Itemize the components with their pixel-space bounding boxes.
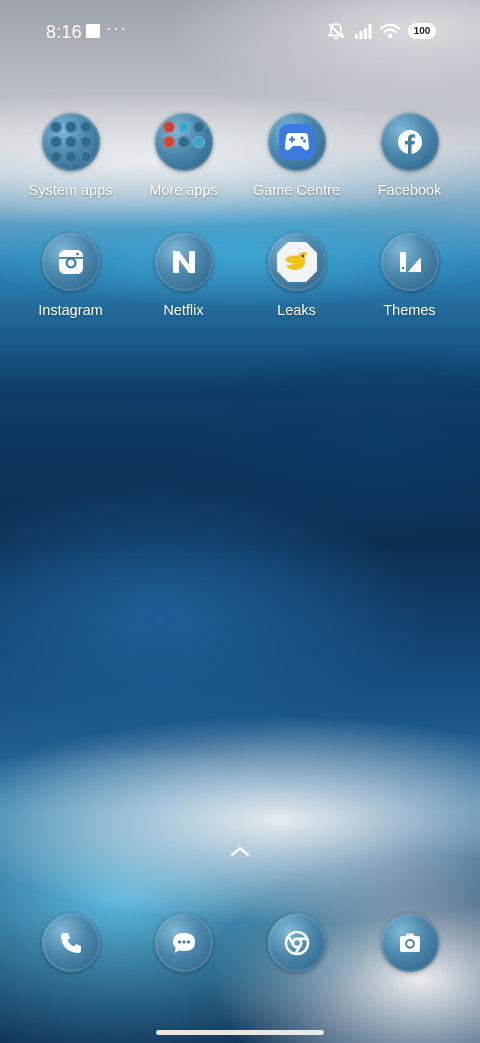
more-notifications-icon: ··· [106, 18, 127, 38]
app-label: More apps [149, 183, 218, 199]
app-label: Instagram [38, 303, 103, 319]
dock-camera[interactable] [353, 914, 466, 972]
app-label: Netflix [163, 303, 204, 319]
messages-icon[interactable] [154, 914, 213, 972]
battery-level: 100 [413, 25, 431, 37]
mute-icon [327, 23, 345, 40]
facebook-icon[interactable] [380, 113, 439, 171]
app-label: Game Centre [252, 183, 341, 199]
themes-icon[interactable] [380, 233, 439, 291]
wifi-icon [380, 23, 400, 39]
folder-icon[interactable] [154, 113, 213, 171]
home-app-grid: System apps More apps Game Centre Facebo… [14, 113, 466, 319]
app-more-apps[interactable]: More apps [127, 113, 240, 199]
status-bar: 8:16 ··· 100 [0, 0, 480, 64]
app-drawer-chevron-up-icon[interactable] [229, 844, 251, 858]
folder-icon[interactable] [41, 113, 100, 171]
instagram-icon[interactable] [41, 233, 100, 291]
app-system-apps[interactable]: System apps [14, 113, 127, 199]
app-label: Leaks [277, 303, 316, 319]
app-leaks[interactable]: Leaks [240, 233, 353, 319]
app-label: System apps [28, 183, 113, 199]
gamepad-icon[interactable] [267, 113, 326, 171]
app-netflix[interactable]: Netflix [127, 233, 240, 319]
dock-chrome[interactable] [240, 914, 353, 972]
bird-icon[interactable] [267, 233, 326, 291]
camera-icon[interactable] [380, 914, 439, 972]
app-game-centre[interactable]: Game Centre [240, 113, 353, 199]
dock-messages[interactable] [127, 914, 240, 972]
app-label: Facebook [377, 183, 442, 199]
app-instagram[interactable]: Instagram [14, 233, 127, 319]
home-gesture-bar[interactable] [156, 1030, 324, 1035]
phone-icon[interactable] [41, 914, 100, 972]
signal-icon [355, 24, 372, 39]
gallery-square-icon [86, 24, 100, 38]
app-themes[interactable]: Themes [353, 233, 466, 319]
battery-icon: 100 [408, 23, 436, 39]
status-icons: 100 [326, 22, 436, 40]
status-time: 8:16 [46, 22, 82, 42]
netflix-icon[interactable] [154, 233, 213, 291]
app-facebook[interactable]: Facebook [353, 113, 466, 199]
dock-phone[interactable] [14, 914, 127, 972]
app-label: Themes [383, 303, 436, 319]
chrome-icon[interactable] [267, 914, 326, 972]
dock [14, 914, 466, 972]
